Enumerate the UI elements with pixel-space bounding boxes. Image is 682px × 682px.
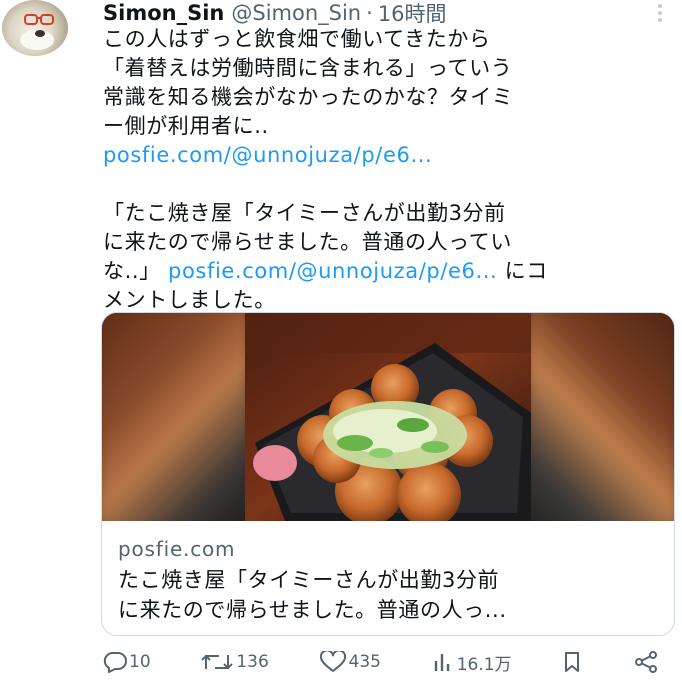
tweet-text-line: この人はずっと飲食畑で働いてきたから	[103, 27, 491, 51]
tweet: Simon_Sin @Simon_Sin · 16時間 この人はずっと飲食畑で働…	[0, 0, 682, 682]
avatar-glasses	[24, 14, 54, 25]
timestamp[interactable]: 16時間	[378, 0, 447, 28]
like-button[interactable]: 435	[319, 651, 381, 673]
card-domain: posfie.com	[118, 537, 236, 561]
takoyaki-photo	[245, 313, 531, 521]
tweet-text-line: メントしました。	[103, 288, 276, 312]
card-title: たこ焼き屋「タイミーさんが出勤3分前 に来たので帰らせました。普通の人っ...	[118, 565, 666, 625]
tweet-text-line: ー側が利用者に..	[103, 114, 269, 138]
reply-button[interactable]: 10	[103, 651, 151, 673]
display-name[interactable]: Simon_Sin	[103, 1, 224, 25]
tweet-text: この人はずっと飲食畑で働いてきたから 「着替えは労働時間に含まれる」っていう 常…	[103, 25, 675, 315]
tweet-text-line: 「たこ焼き屋「タイミーさんが出勤3分前	[103, 201, 506, 225]
card-image[interactable]	[102, 313, 674, 521]
views-icon	[434, 654, 449, 671]
repost-button[interactable]: 136	[200, 651, 269, 673]
tweet-text-segment: な..」	[103, 259, 161, 283]
tweet-text-line: 常識を知る機会がなかったのかな？タイミ	[103, 85, 514, 109]
repost-count: 136	[236, 652, 269, 672]
views-count: 16.1万	[456, 654, 512, 675]
bookmark-icon	[565, 652, 580, 672]
user-handle[interactable]: @Simon_Sin	[231, 1, 361, 25]
link-card[interactable]: posfie.com たこ焼き屋「タイミーさんが出勤3分前 に来たので帰らせまし…	[101, 312, 675, 636]
card-title-line: に来たので帰らせました。普通の人っ...	[118, 598, 507, 622]
card-image-blur-right	[523, 313, 674, 521]
tweet-header: Simon_Sin @Simon_Sin · 16時間	[103, 0, 447, 26]
share-icon	[635, 651, 657, 673]
action-bar: 10 136 435 16.1万	[103, 648, 659, 676]
tweet-link[interactable]: posfie.com/@unnojuza/p/e6...	[103, 143, 432, 167]
tweet-text-line: 「着替えは労働時間に含まれる」っていう	[103, 56, 513, 80]
reply-icon	[103, 652, 127, 673]
tweet-text-line: に来たので帰らせました。普通の人ってい	[103, 230, 512, 254]
more-icon[interactable]	[656, 4, 664, 22]
like-count: 435	[348, 652, 381, 672]
repost-icon	[201, 654, 234, 670]
reply-count: 10	[129, 652, 151, 672]
avatar[interactable]	[2, 0, 68, 56]
card-title-line: たこ焼き屋「タイミーさんが出勤3分前	[118, 568, 500, 592]
tweet-text-segment: にコ	[504, 259, 548, 283]
card-image-blur-left	[102, 313, 253, 521]
avatar-nose	[35, 30, 45, 37]
views-button[interactable]: 16.1万	[431, 650, 512, 675]
tweet-link[interactable]: posfie.com/@unnojuza/p/e6...	[168, 259, 497, 283]
share-button[interactable]	[633, 651, 659, 673]
like-icon	[319, 651, 346, 672]
bookmark-button[interactable]	[561, 651, 583, 673]
header-separator: ·	[366, 1, 373, 25]
